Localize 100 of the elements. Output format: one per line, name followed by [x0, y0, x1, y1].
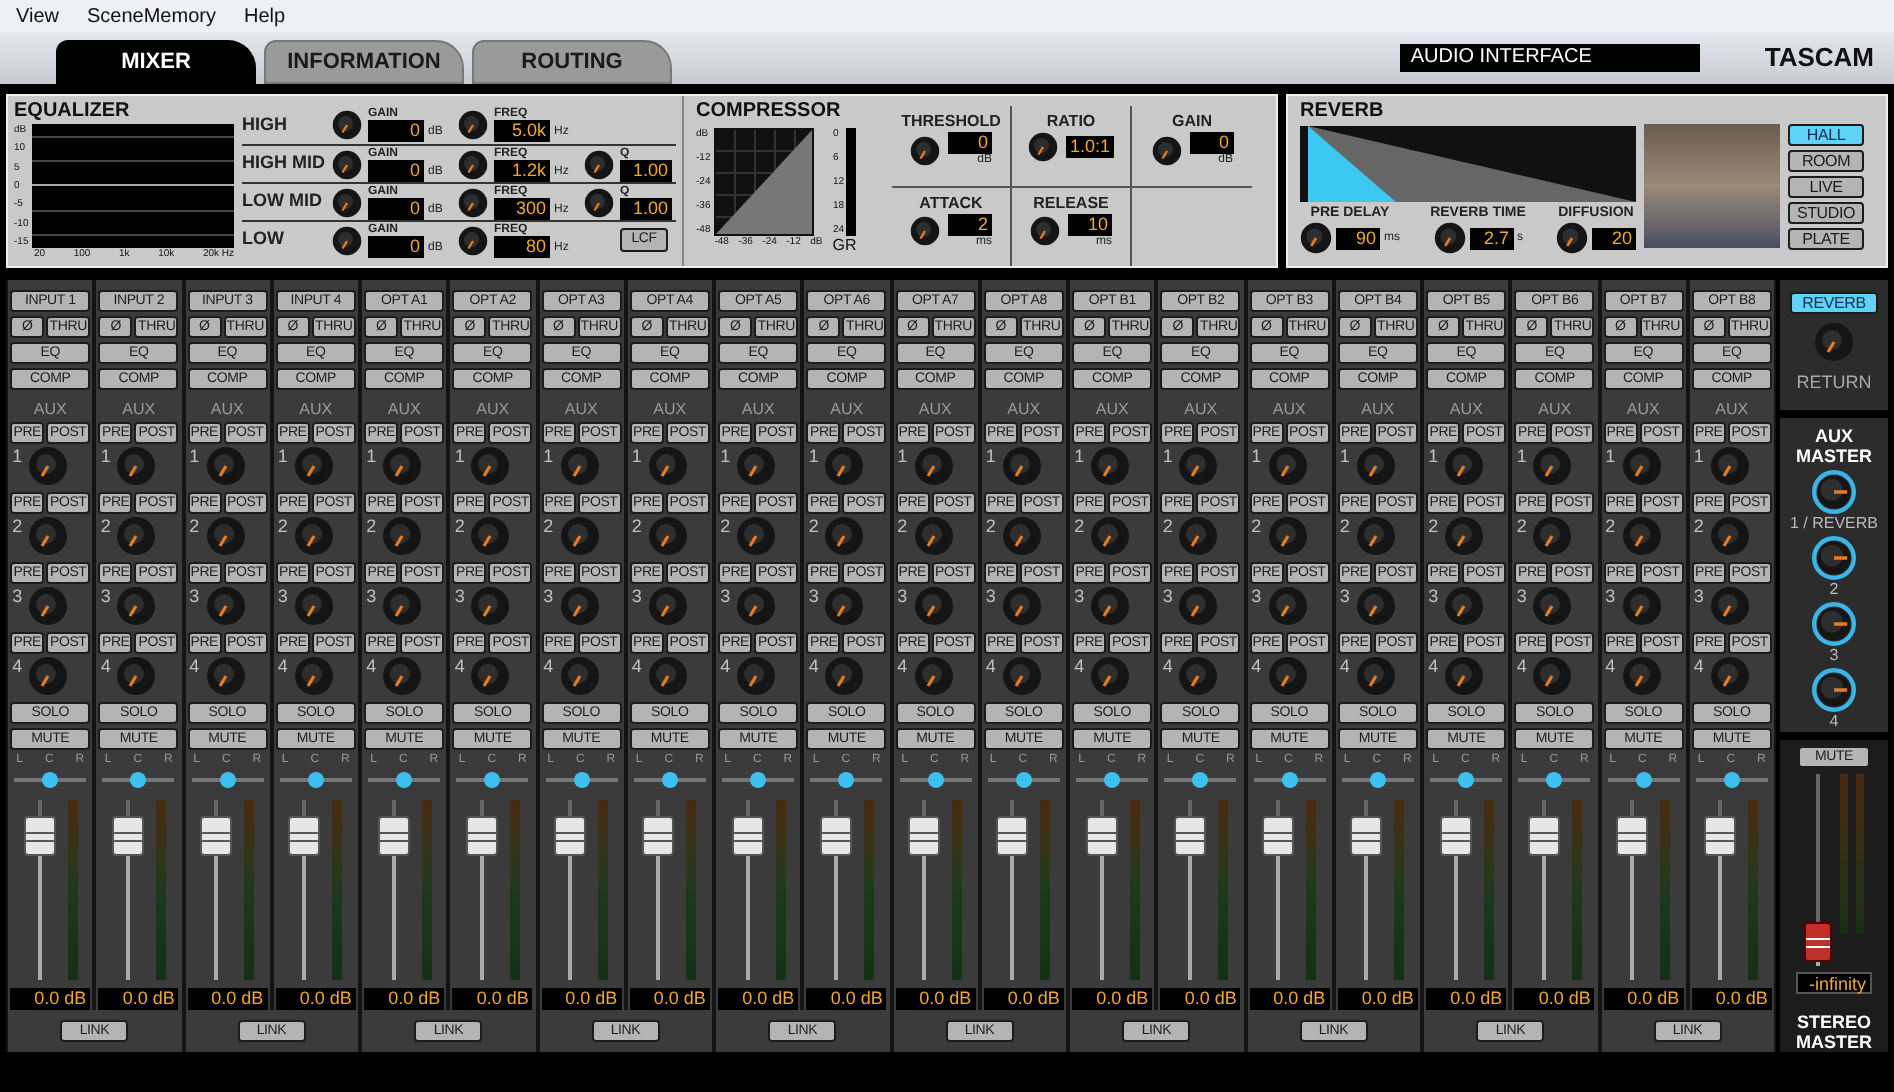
fader-track[interactable]: [731, 800, 764, 980]
fader-thumb[interactable]: [1527, 816, 1560, 856]
fader-thumb[interactable]: [819, 816, 852, 856]
knob[interactable]: [332, 225, 362, 255]
fader-track[interactable]: [1085, 800, 1118, 980]
pan-thumb[interactable]: [1281, 772, 1298, 788]
fader-thumb[interactable]: [1350, 816, 1383, 856]
fader-thumb[interactable]: [200, 816, 233, 856]
pan-slider[interactable]: [545, 772, 618, 788]
pan-thumb[interactable]: [1369, 772, 1386, 788]
fader-track[interactable]: [1262, 800, 1295, 980]
reverb-type-button[interactable]: STUDIO: [1788, 202, 1864, 224]
fader-track[interactable]: [1804, 774, 1832, 966]
knob[interactable]: [332, 110, 362, 140]
fader-thumb[interactable]: [23, 816, 56, 856]
pan-slider[interactable]: [14, 772, 87, 788]
fader-track[interactable]: [554, 800, 587, 980]
knob[interactable]: [1812, 602, 1856, 647]
knob[interactable]: [332, 187, 362, 217]
knob[interactable]: [1811, 470, 1856, 515]
pan-slider[interactable]: [1607, 772, 1680, 788]
fader-thumb[interactable]: [1804, 922, 1832, 963]
pan-slider[interactable]: [1253, 772, 1326, 788]
pan-thumb[interactable]: [219, 772, 236, 788]
pan-slider[interactable]: [987, 772, 1060, 788]
reverb-type-button[interactable]: ROOM: [1788, 150, 1864, 172]
knob[interactable]: [1433, 222, 1465, 254]
menu-item[interactable]: View: [16, 1, 59, 31]
knob[interactable]: [1027, 132, 1058, 162]
pan-thumb[interactable]: [307, 772, 324, 788]
tab[interactable]: ROUTING: [472, 40, 672, 84]
fader-track[interactable]: [1616, 800, 1649, 980]
pan-thumb[interactable]: [1546, 772, 1563, 788]
pan-slider[interactable]: [633, 772, 706, 788]
knob[interactable]: [910, 135, 940, 165]
fader-track[interactable]: [908, 800, 941, 980]
fader-thumb[interactable]: [1173, 816, 1206, 856]
knob[interactable]: [1812, 668, 1856, 713]
knob[interactable]: [584, 149, 614, 179]
pan-thumb[interactable]: [661, 772, 678, 788]
menu-item[interactable]: SceneMemory: [87, 1, 216, 31]
menu-item[interactable]: Help: [243, 1, 286, 31]
pan-slider[interactable]: [456, 772, 529, 788]
fader-track[interactable]: [1173, 800, 1206, 980]
pan-slider[interactable]: [368, 772, 441, 788]
knob[interactable]: [1812, 536, 1856, 581]
tab[interactable]: INFORMATION: [264, 40, 464, 84]
pan-slider[interactable]: [1430, 772, 1503, 788]
knob[interactable]: [1300, 222, 1332, 254]
knob[interactable]: [458, 225, 488, 255]
fader-thumb[interactable]: [1616, 816, 1649, 856]
knob[interactable]: [458, 187, 488, 217]
pan-slider[interactable]: [279, 772, 352, 788]
fader-thumb[interactable]: [908, 816, 941, 856]
pan-slider[interactable]: [1341, 772, 1414, 788]
knob[interactable]: [910, 216, 940, 246]
pan-slider[interactable]: [191, 772, 264, 788]
fader-track[interactable]: [642, 800, 675, 980]
pan-slider[interactable]: [1164, 772, 1237, 788]
pan-slider[interactable]: [899, 772, 972, 788]
pan-thumb[interactable]: [1635, 772, 1652, 788]
fader-track[interactable]: [465, 800, 498, 980]
pan-thumb[interactable]: [1192, 772, 1209, 788]
reverb-type-button[interactable]: HALL: [1788, 124, 1864, 146]
pan-thumb[interactable]: [750, 772, 767, 788]
fader-track[interactable]: [377, 800, 410, 980]
fader-thumb[interactable]: [1262, 816, 1295, 856]
fader-thumb[interactable]: [1704, 816, 1737, 856]
fader-thumb[interactable]: [996, 816, 1029, 856]
fader-thumb[interactable]: [1439, 816, 1472, 856]
knob[interactable]: [332, 149, 362, 179]
knob[interactable]: [584, 187, 614, 217]
fader-thumb[interactable]: [465, 816, 498, 856]
pan-thumb[interactable]: [130, 772, 147, 788]
fader-track[interactable]: [1704, 800, 1737, 980]
fader-track[interactable]: [1350, 800, 1383, 980]
pan-slider[interactable]: [1695, 772, 1768, 788]
fader-track[interactable]: [200, 800, 233, 980]
fader-thumb[interactable]: [377, 816, 410, 856]
pan-thumb[interactable]: [1723, 772, 1740, 788]
knob[interactable]: [458, 110, 488, 140]
pan-slider[interactable]: [1076, 772, 1149, 788]
fader-thumb[interactable]: [111, 816, 144, 856]
pan-slider[interactable]: [1518, 772, 1591, 788]
pan-thumb[interactable]: [484, 772, 501, 788]
pan-slider[interactable]: [102, 772, 175, 788]
pan-thumb[interactable]: [42, 772, 59, 788]
fader-track[interactable]: [996, 800, 1029, 980]
fader-thumb[interactable]: [731, 816, 764, 856]
pan-thumb[interactable]: [573, 772, 590, 788]
fader-track[interactable]: [111, 800, 144, 980]
fader-track[interactable]: [288, 800, 321, 980]
reverb-return-button[interactable]: REVERB: [1790, 292, 1878, 314]
pan-thumb[interactable]: [1015, 772, 1032, 788]
pan-thumb[interactable]: [838, 772, 855, 788]
fader-track[interactable]: [23, 800, 56, 980]
fader-track[interactable]: [1439, 800, 1472, 980]
fader-track[interactable]: [819, 800, 852, 980]
pan-thumb[interactable]: [1458, 772, 1475, 788]
fader-thumb[interactable]: [288, 816, 321, 856]
